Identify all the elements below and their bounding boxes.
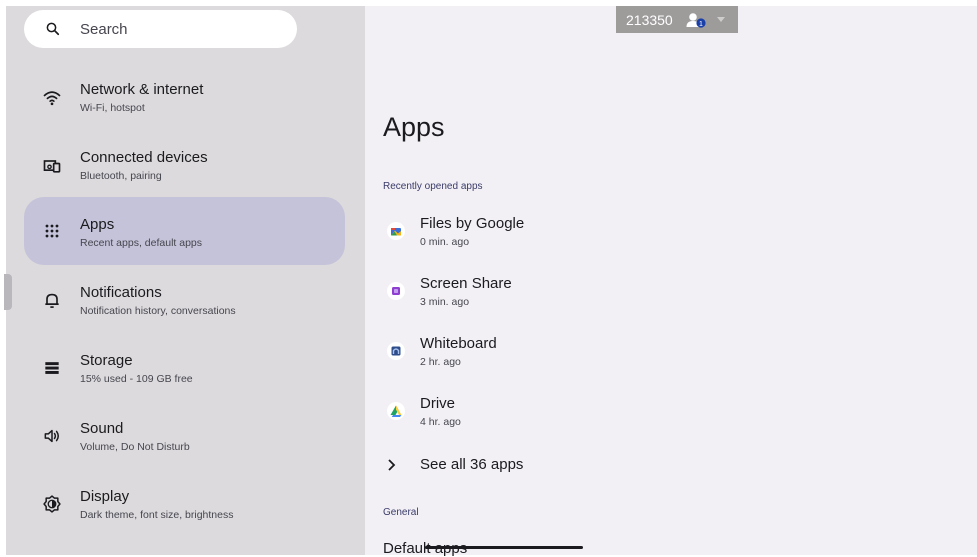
sidebar-item-display[interactable]: Display Dark theme, font size, brightnes… <box>24 472 345 540</box>
app-last-opened: 3 min. ago <box>420 296 470 308</box>
recently-opened-header: Recently opened apps <box>383 181 483 192</box>
app-name: Whiteboard <box>420 335 497 352</box>
gesture-nav-bar[interactable] <box>425 546 583 549</box>
panel-drag-handle[interactable] <box>4 274 12 310</box>
general-header: General <box>383 507 419 518</box>
see-all-apps-label: See all 36 apps <box>420 456 524 473</box>
sidebar-item-subtitle: Bluetooth, pairing <box>80 170 162 182</box>
search-icon <box>46 22 60 36</box>
sidebar-item-subtitle: Recent apps, default apps <box>80 237 203 249</box>
sidebar-item-network[interactable]: Network & internet Wi-Fi, hotspot <box>24 64 345 132</box>
sidebar-item-title: Apps <box>80 216 115 233</box>
recent-app-whiteboard[interactable]: Whiteboard 2 hr. ago <box>383 335 943 385</box>
speaker-icon <box>44 429 59 443</box>
sidebar-item-subtitle: Wi-Fi, hotspot <box>80 102 145 114</box>
storage-icon <box>45 362 59 374</box>
user-id-badge[interactable]: 213350 1 <box>616 6 738 33</box>
search-bar[interactable]: Search <box>24 10 297 48</box>
whiteboard-icon <box>387 342 405 360</box>
app-name: Files by Google <box>420 215 525 232</box>
connected-devices-icon <box>43 160 61 173</box>
recent-app-drive[interactable]: Drive 4 hr. ago <box>383 395 943 445</box>
app-name: Screen Share <box>420 275 512 292</box>
see-all-apps-button[interactable]: See all 36 apps <box>383 455 783 477</box>
sidebar-item-subtitle: Dark theme, font size, brightness <box>80 509 234 521</box>
sidebar-item-title: Network & internet <box>80 81 204 98</box>
recent-app-files-by-google[interactable]: Files by Google 0 min. ago <box>383 215 943 265</box>
sidebar-item-apps[interactable]: Apps Recent apps, default apps <box>24 197 345 265</box>
user-badge-icon: 1 <box>686 13 706 28</box>
bell-icon <box>45 293 59 308</box>
sidebar-item-subtitle: Volume, Do Not Disturb <box>80 441 190 453</box>
sidebar-item-storage[interactable]: Storage 15% used - 109 GB free <box>24 336 345 404</box>
sidebar-item-title: Storage <box>80 352 133 369</box>
sidebar-item-subtitle: Notification history, conversations <box>80 305 236 317</box>
chevron-down-icon <box>717 17 725 22</box>
sidebar-item-subtitle: 15% used - 109 GB free <box>80 373 193 385</box>
sidebar-item-notifications[interactable]: Notifications Notification history, conv… <box>24 268 345 336</box>
wifi-icon <box>43 91 61 106</box>
user-badge-count: 1 <box>699 21 703 28</box>
user-id-text: 213350 <box>626 12 673 28</box>
sidebar: Search Network & internet Wi-Fi, hotspot… <box>6 6 365 555</box>
app-name: Drive <box>420 395 456 412</box>
app-last-opened: 4 hr. ago <box>420 416 461 428</box>
files-by-google-icon <box>387 222 405 240</box>
sidebar-item-connected-devices[interactable]: Connected devices Bluetooth, pairing <box>24 132 345 200</box>
sidebar-item-title: Connected devices <box>80 149 208 166</box>
apps-grid-icon <box>45 224 59 238</box>
brightness-icon <box>43 495 61 513</box>
search-placeholder: Search <box>80 21 128 38</box>
screen-share-icon <box>387 282 405 300</box>
drive-icon <box>387 402 405 420</box>
chevron-right-icon <box>388 459 396 471</box>
sidebar-item-title: Notifications <box>80 284 162 301</box>
sidebar-item-sound[interactable]: Sound Volume, Do Not Disturb <box>24 404 345 472</box>
app-last-opened: 2 hr. ago <box>420 356 461 368</box>
page-title: Apps <box>383 112 445 142</box>
sidebar-item-title: Sound <box>80 420 124 437</box>
recent-app-screen-share[interactable]: Screen Share 3 min. ago <box>383 275 943 325</box>
sidebar-item-title: Display <box>80 488 130 505</box>
app-last-opened: 0 min. ago <box>420 236 470 248</box>
